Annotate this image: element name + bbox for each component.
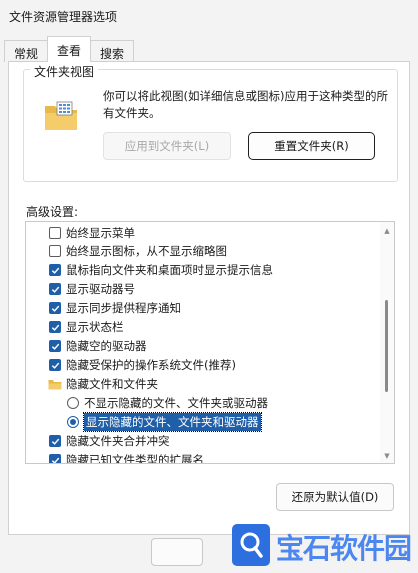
advanced-settings-list[interactable]: 始终显示菜单 始终显示图标，从不显示缩略图 鼠标指向文件夹和桌面项时显示提示信息… [25, 221, 395, 464]
reset-folders-button[interactable]: 重置文件夹(R) [248, 132, 375, 160]
list-item-label: 显示驱动器号 [66, 282, 135, 296]
list-item[interactable]: 显示驱动器号 [49, 280, 394, 298]
checkbox-icon[interactable] [49, 245, 61, 257]
list-item[interactable]: 隐藏空的驱动器 [49, 337, 394, 355]
checkbox-icon[interactable] [49, 435, 61, 447]
list-item-label: 隐藏空的驱动器 [66, 339, 147, 353]
list-item: 隐藏文件和文件夹 [48, 375, 394, 393]
watermark-text: 宝石软件园 [276, 532, 412, 565]
tab-general[interactable]: 常规 [4, 40, 49, 62]
scroll-up-icon[interactable]: ▲ [382, 226, 392, 236]
folder-views-title: 文件夹视图 [30, 63, 99, 80]
checkbox-icon[interactable] [49, 454, 61, 463]
radio-icon[interactable] [67, 416, 79, 428]
folder-views-description: 你可以将此视图(如详细信息或图标)应用于这种类型的所有文件夹。 [103, 89, 388, 120]
list-item[interactable]: 隐藏受保护的操作系统文件(推荐) [49, 356, 394, 374]
dialog-button[interactable] [151, 538, 203, 566]
checkbox-icon[interactable] [49, 359, 61, 371]
tab-search[interactable]: 搜索 [90, 40, 135, 62]
list-item[interactable]: 鼠标指向文件夹和桌面项时显示提示信息 [49, 261, 394, 279]
scroll-thumb[interactable] [385, 300, 388, 392]
list-item-label: 隐藏受保护的操作系统文件(推荐) [66, 358, 236, 372]
restore-defaults-button[interactable]: 还原为默认值(D) [276, 483, 394, 511]
list-item[interactable]: 隐藏文件夹合并冲突 [49, 432, 394, 450]
list-item[interactable]: 不显示隐藏的文件、文件夹或驱动器 [67, 394, 394, 412]
list-item-label: 显示状态栏 [66, 320, 124, 334]
watermark-logo-icon [232, 524, 270, 566]
folder-views-group [23, 69, 398, 182]
list-scrollbar[interactable]: ▲ ▼ [380, 222, 394, 463]
list-item-label: 隐藏已知文件类型的扩展名 [66, 453, 204, 464]
list-item[interactable]: 隐藏已知文件类型的扩展名 [49, 451, 394, 464]
window-title: 文件资源管理器选项 [9, 10, 118, 24]
tab-strip: 常规 查看 搜索 [4, 36, 135, 62]
folder-view-icon [45, 101, 77, 130]
list-item-label: 显示同步提供程序通知 [66, 301, 181, 315]
checkbox-icon[interactable] [49, 264, 61, 276]
list-item-selected[interactable]: 显示隐藏的文件、文件夹和驱动器 [67, 412, 394, 432]
checkbox-icon[interactable] [49, 283, 61, 295]
apply-to-folders-button[interactable]: 应用到文件夹(L) [103, 132, 231, 160]
checkbox-icon[interactable] [49, 302, 61, 314]
list-item-label: 隐藏文件和文件夹 [66, 377, 158, 391]
checkbox-icon[interactable] [49, 227, 61, 239]
list-item-label: 始终显示菜单 [66, 226, 135, 240]
list-item-label: 显示隐藏的文件、文件夹和驱动器 [83, 412, 262, 432]
list-item-label: 始终显示图标，从不显示缩略图 [66, 244, 227, 258]
advanced-settings-label: 高级设置: [26, 205, 79, 219]
list-item[interactable]: 始终显示图标，从不显示缩略图 [49, 242, 394, 260]
list-item[interactable]: 显示同步提供程序通知 [49, 299, 394, 317]
list-item[interactable]: 显示状态栏 [49, 318, 394, 336]
tab-view[interactable]: 查看 [47, 36, 92, 62]
checkbox-icon[interactable] [49, 340, 61, 352]
checkbox-icon[interactable] [49, 321, 61, 333]
folder-icon [48, 379, 62, 389]
scroll-down-icon[interactable]: ▼ [382, 451, 392, 461]
radio-icon[interactable] [67, 397, 79, 409]
list-item-label: 不显示隐藏的文件、文件夹或驱动器 [84, 396, 268, 410]
list-item-label: 鼠标指向文件夹和桌面项时显示提示信息 [66, 263, 273, 277]
list-item-label: 隐藏文件夹合并冲突 [66, 434, 170, 448]
list-item[interactable]: 始终显示菜单 [49, 224, 394, 242]
